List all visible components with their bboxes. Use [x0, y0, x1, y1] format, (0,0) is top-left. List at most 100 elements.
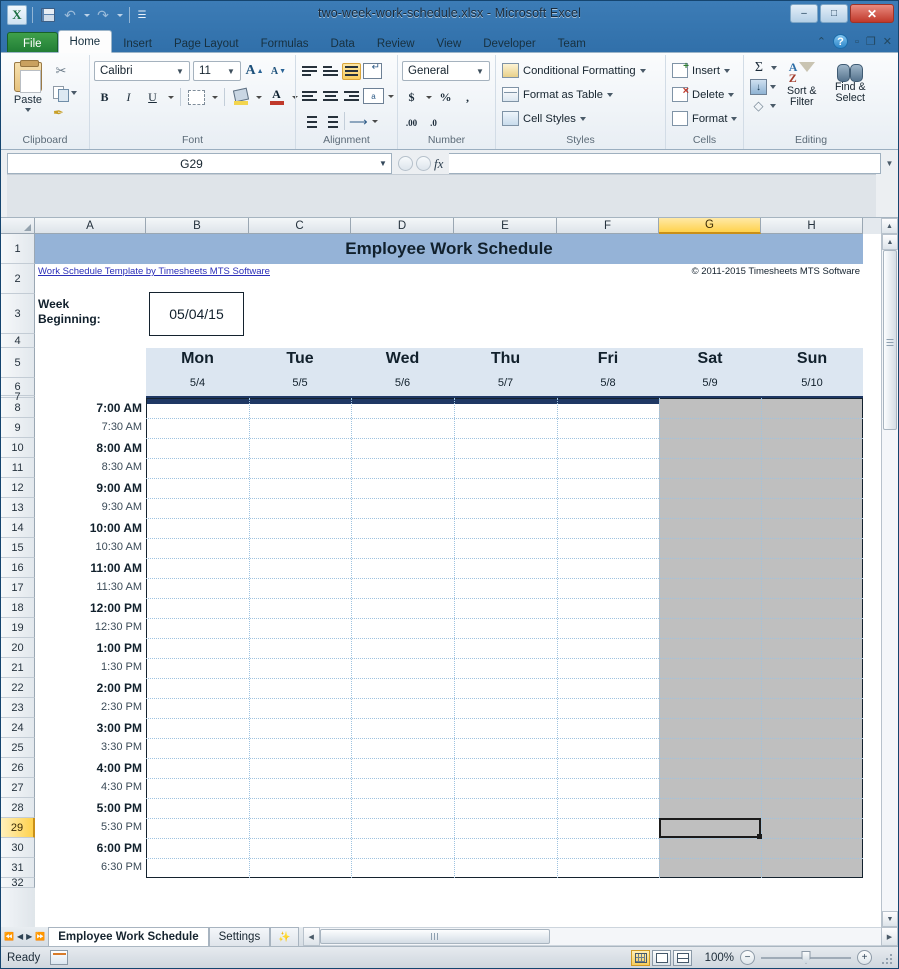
delete-dropdown-icon[interactable]: [728, 93, 734, 97]
font-color-button[interactable]: A: [266, 87, 287, 108]
fill-color-button[interactable]: [230, 87, 251, 108]
row-header-26[interactable]: 26: [1, 758, 35, 778]
tab-team[interactable]: Team: [547, 33, 597, 54]
row-header-18[interactable]: 18: [1, 598, 35, 618]
borders-button[interactable]: [186, 87, 207, 108]
row-header-12[interactable]: 12: [1, 478, 35, 498]
row-header-9[interactable]: 9: [1, 418, 35, 438]
format-painter-button[interactable]: ✒: [53, 103, 77, 123]
row-header-25[interactable]: 25: [1, 738, 35, 758]
wrap-text-button[interactable]: [363, 63, 382, 79]
comma-button[interactable]: ,: [458, 88, 477, 107]
row-header-31[interactable]: 31: [1, 858, 35, 878]
font-size-input[interactable]: 11 ▼: [193, 61, 241, 81]
restore-workbook-icon[interactable]: ❐: [866, 35, 876, 48]
window-resize-grip[interactable]: [880, 952, 892, 964]
minimize-workbook-icon[interactable]: ▫: [855, 36, 859, 48]
row-header-4[interactable]: 4: [1, 334, 35, 348]
tab-view[interactable]: View: [426, 33, 473, 54]
clear-button[interactable]: ◇: [750, 98, 777, 114]
bold-button[interactable]: B: [94, 87, 115, 108]
row-header-30[interactable]: 30: [1, 838, 35, 858]
orientation-button[interactable]: ⟶: [349, 113, 368, 130]
view-page-layout-button[interactable]: [652, 950, 671, 966]
font-name-dropdown-icon[interactable]: ▼: [174, 67, 186, 76]
top-align-button[interactable]: [300, 63, 319, 80]
autosum-button[interactable]: Σ: [750, 60, 777, 76]
horizontal-scrollbar[interactable]: ◀ ▶: [303, 927, 898, 946]
row-header-17[interactable]: 17: [1, 578, 35, 598]
close-workbook-icon[interactable]: ✕: [883, 35, 892, 48]
select-all-button[interactable]: [1, 218, 35, 234]
font-name-input[interactable]: Calibri ▼: [94, 61, 190, 81]
view-page-break-button[interactable]: [673, 950, 692, 966]
shrink-font-button[interactable]: A▼: [268, 61, 289, 82]
autosum-dropdown-icon[interactable]: [771, 66, 777, 70]
row-header-22[interactable]: 22: [1, 678, 35, 698]
sheet-tab-employee-work-schedule[interactable]: Employee Work Schedule: [48, 927, 208, 946]
row-header-16[interactable]: 16: [1, 558, 35, 578]
insert-dropdown-icon[interactable]: [724, 69, 730, 73]
find-select-button[interactable]: Find & Select: [827, 60, 874, 104]
cell-styles-dropdown-icon[interactable]: [580, 117, 586, 121]
vertical-scrollbar[interactable]: ▲ ▼: [881, 234, 898, 927]
horizontal-scroll-thumb[interactable]: [320, 929, 550, 944]
underline-button[interactable]: U: [142, 87, 163, 108]
merge-dropdown-icon[interactable]: [386, 90, 395, 102]
conditional-formatting-button[interactable]: Conditional Formatting: [502, 60, 646, 81]
clear-dropdown-icon[interactable]: [770, 104, 776, 108]
row-header-24[interactable]: 24: [1, 718, 35, 738]
format-as-table-button[interactable]: Format as Table: [502, 84, 613, 105]
row-header-1[interactable]: 1: [1, 234, 35, 264]
column-header-d[interactable]: D: [351, 218, 454, 234]
fill-dropdown-icon[interactable]: [770, 85, 776, 89]
currency-dropdown-icon[interactable]: [424, 91, 433, 103]
row-header-27[interactable]: 27: [1, 778, 35, 798]
column-header-a[interactable]: A: [35, 218, 146, 234]
name-box-dropdown-icon[interactable]: ▼: [375, 159, 391, 168]
row-header-11[interactable]: 11: [1, 458, 35, 478]
tab-formulas[interactable]: Formulas: [250, 33, 320, 54]
week-beginning-input[interactable]: 05/04/15: [149, 292, 244, 336]
middle-align-button[interactable]: [342, 63, 361, 80]
formula-input[interactable]: [449, 153, 881, 174]
decrease-indent-button[interactable]: [300, 113, 319, 130]
italic-button[interactable]: I: [118, 87, 139, 108]
vertical-scroll-track[interactable]: [882, 250, 898, 911]
delete-cells-button[interactable]: Delete: [672, 84, 734, 105]
row-header-13[interactable]: 13: [1, 498, 35, 518]
align-right-button[interactable]: [342, 88, 361, 105]
fill-color-dropdown-icon[interactable]: [254, 91, 263, 103]
selected-cell-g29[interactable]: [659, 818, 761, 838]
first-sheet-button[interactable]: ⏪: [4, 932, 14, 941]
row-header-23[interactable]: 23: [1, 698, 35, 718]
sort-filter-button[interactable]: A Z Sort & Filter: [779, 60, 825, 108]
name-box[interactable]: G29 ▼: [7, 153, 392, 174]
scroll-left-arrow[interactable]: ◀: [303, 927, 320, 946]
expand-formula-bar-button[interactable]: ▼: [881, 153, 898, 174]
conditional-formatting-dropdown-icon[interactable]: [640, 69, 646, 73]
copy-button[interactable]: [53, 82, 77, 102]
scroll-up-arrow[interactable]: ▲: [882, 234, 898, 250]
scroll-down-arrow[interactable]: ▼: [882, 911, 898, 927]
column-header-g[interactable]: G: [659, 218, 761, 234]
orientation-dropdown-icon[interactable]: [370, 115, 379, 127]
tab-developer[interactable]: Developer: [472, 33, 546, 54]
tab-review[interactable]: Review: [366, 33, 426, 54]
row-header-29[interactable]: 29: [1, 818, 35, 838]
underline-dropdown-icon[interactable]: [166, 91, 175, 103]
zoom-slider-handle[interactable]: [802, 951, 811, 964]
copy-dropdown-icon[interactable]: [71, 91, 77, 95]
row-header-8[interactable]: 8: [1, 398, 35, 418]
number-format-dropdown-icon[interactable]: ▼: [474, 67, 486, 76]
column-header-e[interactable]: E: [454, 218, 557, 234]
new-sheet-button[interactable]: ✨: [270, 927, 298, 946]
view-normal-button[interactable]: [631, 950, 650, 966]
tab-page-layout[interactable]: Page Layout: [163, 33, 250, 54]
align-left-button[interactable]: [300, 88, 319, 105]
currency-button[interactable]: $: [402, 88, 421, 107]
zoom-slider[interactable]: [761, 950, 851, 965]
font-size-dropdown-icon[interactable]: ▼: [225, 67, 237, 76]
increase-decimal-button[interactable]: .00: [402, 114, 421, 133]
minimize-button[interactable]: –: [790, 4, 818, 23]
